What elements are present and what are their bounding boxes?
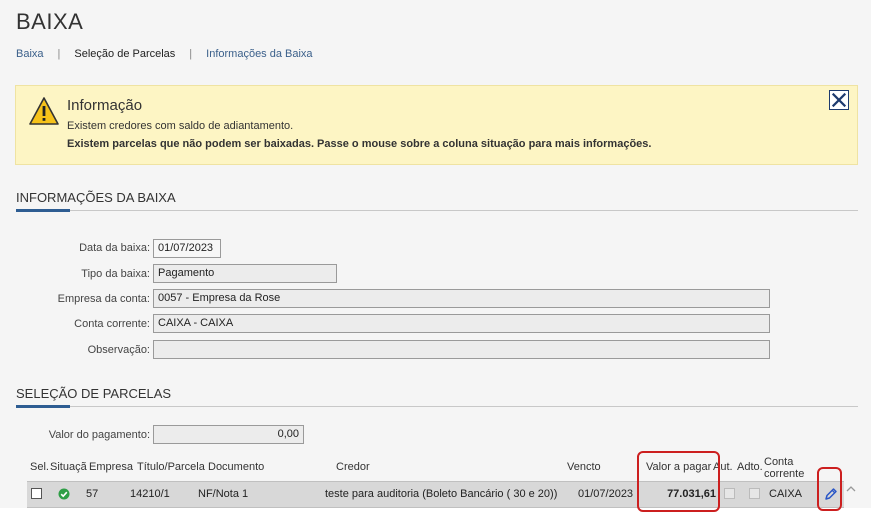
valor-pagamento-label: Valor do pagamento: — [48, 429, 150, 441]
conta-corrente-label: Conta corrente: — [74, 318, 150, 330]
tipo-baixa-label: Tipo da baixa: — [81, 268, 150, 280]
info-alert: Informação Existem credores com saldo de… — [15, 85, 858, 165]
tipo-baixa-field[interactable]: Pagamento — [153, 264, 337, 283]
empresa-conta-field[interactable]: 0057 - Empresa da Rose — [153, 289, 770, 308]
cell-conta-corrente: CAIXA — [769, 488, 803, 500]
breadcrumb-separator: | — [189, 48, 193, 60]
section-title-informacoes: INFORMAÇÕES DA BAIXA — [16, 190, 176, 205]
cell-documento: NF/Nota 1 — [198, 488, 249, 500]
col-header-conta-corrente[interactable]: Conta corrente — [764, 456, 804, 480]
aut-checkbox — [724, 488, 735, 499]
col-header-situacao[interactable]: Situaçã — [50, 461, 87, 473]
adto-checkbox — [749, 488, 760, 499]
col-header-sel[interactable]: Sel. — [30, 461, 49, 473]
col-header-conta-line1: Conta — [764, 456, 794, 468]
info-message-2: Existem parcelas que não podem ser baixa… — [67, 138, 652, 150]
valor-pagamento-field[interactable]: 0,00 — [153, 425, 304, 444]
cell-empresa: 57 — [86, 488, 99, 500]
data-baixa-field[interactable]: 01/07/2023 — [153, 239, 221, 258]
breadcrumb: Baixa | Seleção de Parcelas | Informaçõe… — [16, 48, 313, 60]
info-heading: Informação — [67, 97, 143, 114]
section-accent — [16, 405, 70, 408]
cell-vencto: 01/07/2023 — [578, 488, 634, 500]
data-baixa-label: Data da baixa: — [79, 242, 150, 254]
row-select-checkbox[interactable] — [31, 488, 42, 499]
col-header-titulo[interactable]: Título/Parcela — [137, 461, 205, 473]
info-message-1: Existem credores com saldo de adiantamen… — [67, 120, 294, 132]
breadcrumb-separator: | — [57, 48, 61, 60]
page-title: BAIXA — [16, 9, 84, 34]
table-empty-area — [0, 508, 871, 528]
empresa-conta-label: Empresa da conta: — [57, 293, 150, 305]
highlight-valor-pagar — [637, 451, 720, 512]
warning-icon — [29, 97, 59, 125]
section-title-selecao: SELEÇÃO DE PARCELAS — [16, 386, 172, 401]
highlight-edit-button — [817, 467, 842, 511]
section-divider — [16, 210, 858, 211]
close-icon[interactable] — [829, 90, 849, 110]
breadcrumb-baixa[interactable]: Baixa — [16, 48, 44, 60]
conta-corrente-field[interactable]: CAIXA - CAIXA — [153, 314, 770, 333]
col-header-documento[interactable]: Documento — [208, 461, 264, 473]
col-header-empresa[interactable]: Empresa — [89, 461, 133, 473]
scroll-up-icon[interactable] — [846, 485, 856, 493]
section-accent — [16, 209, 70, 212]
observacao-label: Observação: — [87, 344, 150, 356]
col-header-adto[interactable]: Adto. — [737, 461, 763, 473]
breadcrumb-informacoes-baixa[interactable]: Informações da Baixa — [206, 48, 312, 60]
observacao-field[interactable] — [153, 340, 770, 359]
check-circle-icon — [58, 488, 70, 500]
cell-titulo: 14210/1 — [130, 488, 170, 500]
cell-credor: teste para auditoria (Boleto Bancário ( … — [325, 488, 558, 500]
col-header-conta-line2: corrente — [764, 468, 805, 480]
col-header-credor[interactable]: Credor — [336, 461, 370, 473]
breadcrumb-selecao-parcelas[interactable]: Seleção de Parcelas — [74, 48, 175, 60]
col-header-vencto[interactable]: Vencto — [567, 461, 601, 473]
section-divider — [16, 406, 858, 407]
